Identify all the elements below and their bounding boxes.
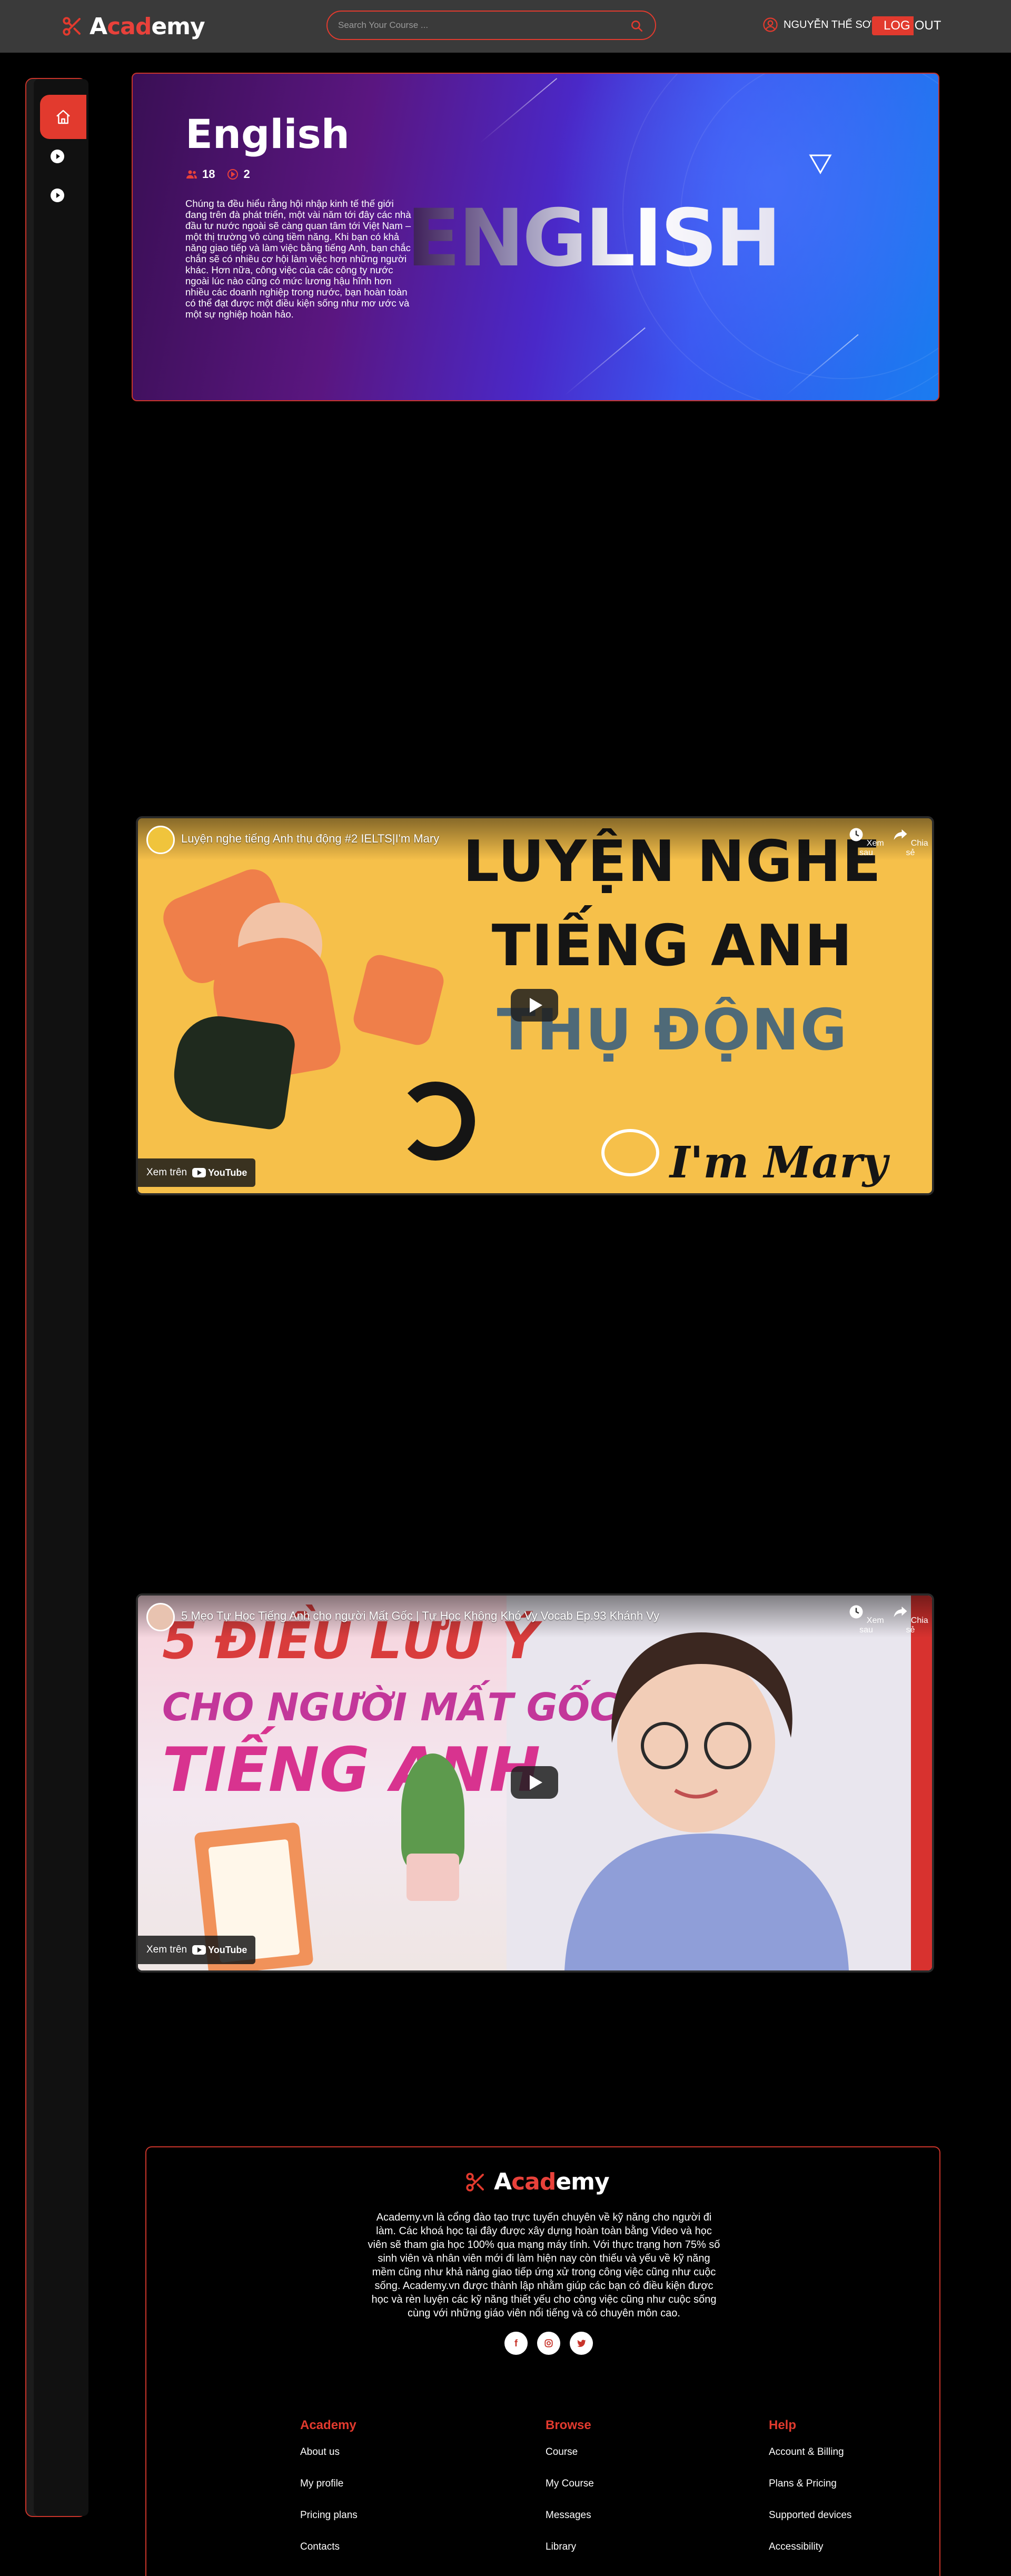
users-icon: [186, 170, 197, 179]
video-title[interactable]: 5 Mẹo Tự Học Tiếng Anh cho người Mất Gốc…: [181, 1609, 659, 1623]
footer-heading: Browse: [546, 2418, 591, 2432]
sidebar-item-lesson-1[interactable]: [51, 150, 64, 163]
video-count: 2: [243, 167, 250, 181]
youtube-icon: [192, 1945, 206, 1955]
logout-button[interactable]: LOG OUT: [872, 16, 941, 36]
search-icon[interactable]: [630, 19, 643, 33]
share-label: Chia sẻ: [906, 839, 928, 857]
footer-logo[interactable]: Academy: [464, 2168, 610, 2195]
thumb-plant: [401, 1753, 464, 1869]
thumb-script: I'm Mary: [670, 1137, 888, 1188]
course-title: English: [185, 111, 350, 157]
footer-link-my-profile[interactable]: My profile: [300, 2478, 358, 2510]
channel-avatar[interactable]: [146, 826, 175, 854]
video-player-2[interactable]: 5 ĐIỀU LƯU Ý CHO NGƯỜI MẤT GỐC TIẾNG ANH…: [138, 1596, 932, 1970]
search-input[interactable]: [338, 17, 622, 34]
scissors-icon: [63, 17, 81, 36]
footer-link-course[interactable]: Course: [546, 2446, 594, 2478]
video-count-icon: [227, 169, 239, 180]
footer-link-about-us[interactable]: About us: [300, 2446, 358, 2478]
thumb-pot: [407, 1854, 459, 1901]
footer-link-pricing-plans[interactable]: Pricing plans: [300, 2510, 358, 2541]
watch-on-youtube-link[interactable]: Xem trên YouTube: [138, 1936, 256, 1964]
footer-heading: Academy: [300, 2418, 356, 2432]
youtube-logo: YouTube: [192, 1167, 247, 1178]
footer-link-accessibility[interactable]: Accessibility: [769, 2541, 851, 2573]
thumb-person: [564, 1632, 849, 1970]
watch-later-button[interactable]: Xem sau: [848, 1604, 885, 1635]
watch-later-button[interactable]: Xem sau: [848, 827, 885, 858]
footer: Academy Academy.vn là cổng đào tạo trực …: [145, 2146, 940, 2576]
footer-link-plans-pricing[interactable]: Plans & Pricing: [769, 2478, 851, 2510]
course-description: Chúng ta đều hiểu rằng hội nhập kinh tế …: [185, 198, 411, 320]
play-button[interactable]: [511, 989, 558, 1022]
footer-link-library[interactable]: Library: [546, 2541, 594, 2573]
triangle-icon: [809, 154, 832, 175]
user-icon: [763, 17, 778, 32]
thumb-line-2: TIẾNG ANH: [491, 913, 854, 979]
footer-column-browse: Browse Course My Course Messages Library: [546, 2418, 594, 2573]
share-label: Chia sẻ: [906, 1616, 928, 1634]
hero-banner-word: ENGLISH: [407, 193, 781, 284]
clock-icon: [849, 1605, 863, 1619]
thumb-line-3: THỤ ĐỘNG: [497, 997, 848, 1063]
brand-wordmark: Academy: [90, 13, 205, 40]
search-bar: [326, 11, 656, 40]
play-button[interactable]: [511, 1766, 558, 1799]
watch-on-youtube-link[interactable]: Xem trên YouTube: [138, 1158, 256, 1187]
instagram-icon[interactable]: [537, 2332, 560, 2355]
user-name: NGUYỄN THẾ SƠN: [784, 18, 879, 31]
sidebar-panel: [34, 79, 88, 2516]
top-navbar: Academy NGUYỄN THẾ SƠN LOGOUT: [0, 0, 1011, 53]
watch-on-label: Xem trên: [146, 1167, 187, 1178]
youtube-logo: YouTube: [192, 1945, 247, 1956]
course-meta: 18 2: [185, 167, 250, 181]
logout-label-part1: LOG: [872, 16, 914, 35]
share-button[interactable]: Chia sẻ: [892, 827, 929, 858]
youtube-icon: [192, 1168, 206, 1177]
clock-icon: [849, 828, 863, 841]
share-icon: [894, 829, 907, 840]
footer-link-my-course[interactable]: My Course: [546, 2478, 594, 2510]
thumb-legs: [168, 1010, 298, 1132]
sidebar-item-home[interactable]: [40, 95, 86, 139]
footer-link-contacts[interactable]: Contacts: [300, 2541, 358, 2573]
video-title[interactable]: Luyện nghe tiếng Anh thụ động #2 IELTS|I…: [181, 832, 439, 846]
brand-logo[interactable]: Academy: [61, 12, 205, 41]
footer-description: Academy.vn là cổng đào tạo trực tuyến ch…: [368, 2212, 720, 2319]
footer-link-account-billing[interactable]: Account & Billing: [769, 2446, 851, 2478]
facebook-icon[interactable]: f: [504, 2332, 528, 2355]
thumb-red-bar: [911, 1596, 932, 1970]
video-player-1[interactable]: LUYỆN NGHE TIẾNG ANH THỤ ĐỘNG I'm Mary L…: [138, 818, 932, 1193]
thumb-sound-wave: [396, 1082, 475, 1161]
share-icon: [894, 1607, 907, 1617]
course-hero: ENGLISH English 18 2 Chúng ta đều hiểu r…: [132, 73, 939, 401]
share-button[interactable]: Chia sẻ: [892, 1604, 929, 1635]
sidebar: [25, 78, 88, 2517]
footer-link-messages[interactable]: Messages: [546, 2510, 594, 2541]
watch-on-label: Xem trên: [146, 1944, 187, 1955]
home-icon: [56, 110, 70, 124]
logout-label-part2: OUT: [914, 18, 941, 33]
user-profile-link[interactable]: NGUYỄN THẾ SƠN: [762, 17, 879, 33]
footer-column-help: Help Account & Billing Plans & Pricing S…: [769, 2418, 851, 2573]
thumb-bubble: [601, 1129, 659, 1176]
sidebar-item-lesson-2[interactable]: [51, 189, 64, 202]
footer-column-academy: Academy About us My profile Pricing plan…: [300, 2418, 358, 2573]
thumb-line-3: TIẾNG ANH: [162, 1735, 541, 1806]
social-links: f: [504, 2332, 593, 2355]
footer-heading: Help: [769, 2418, 797, 2432]
student-count: 18: [202, 167, 215, 181]
footer-link-supported-devices[interactable]: Supported devices: [769, 2510, 851, 2541]
scissors-icon: [466, 2172, 484, 2192]
twitter-icon[interactable]: [570, 2332, 593, 2355]
brand-wordmark: Academy: [494, 2168, 610, 2195]
channel-avatar[interactable]: [146, 1603, 175, 1631]
